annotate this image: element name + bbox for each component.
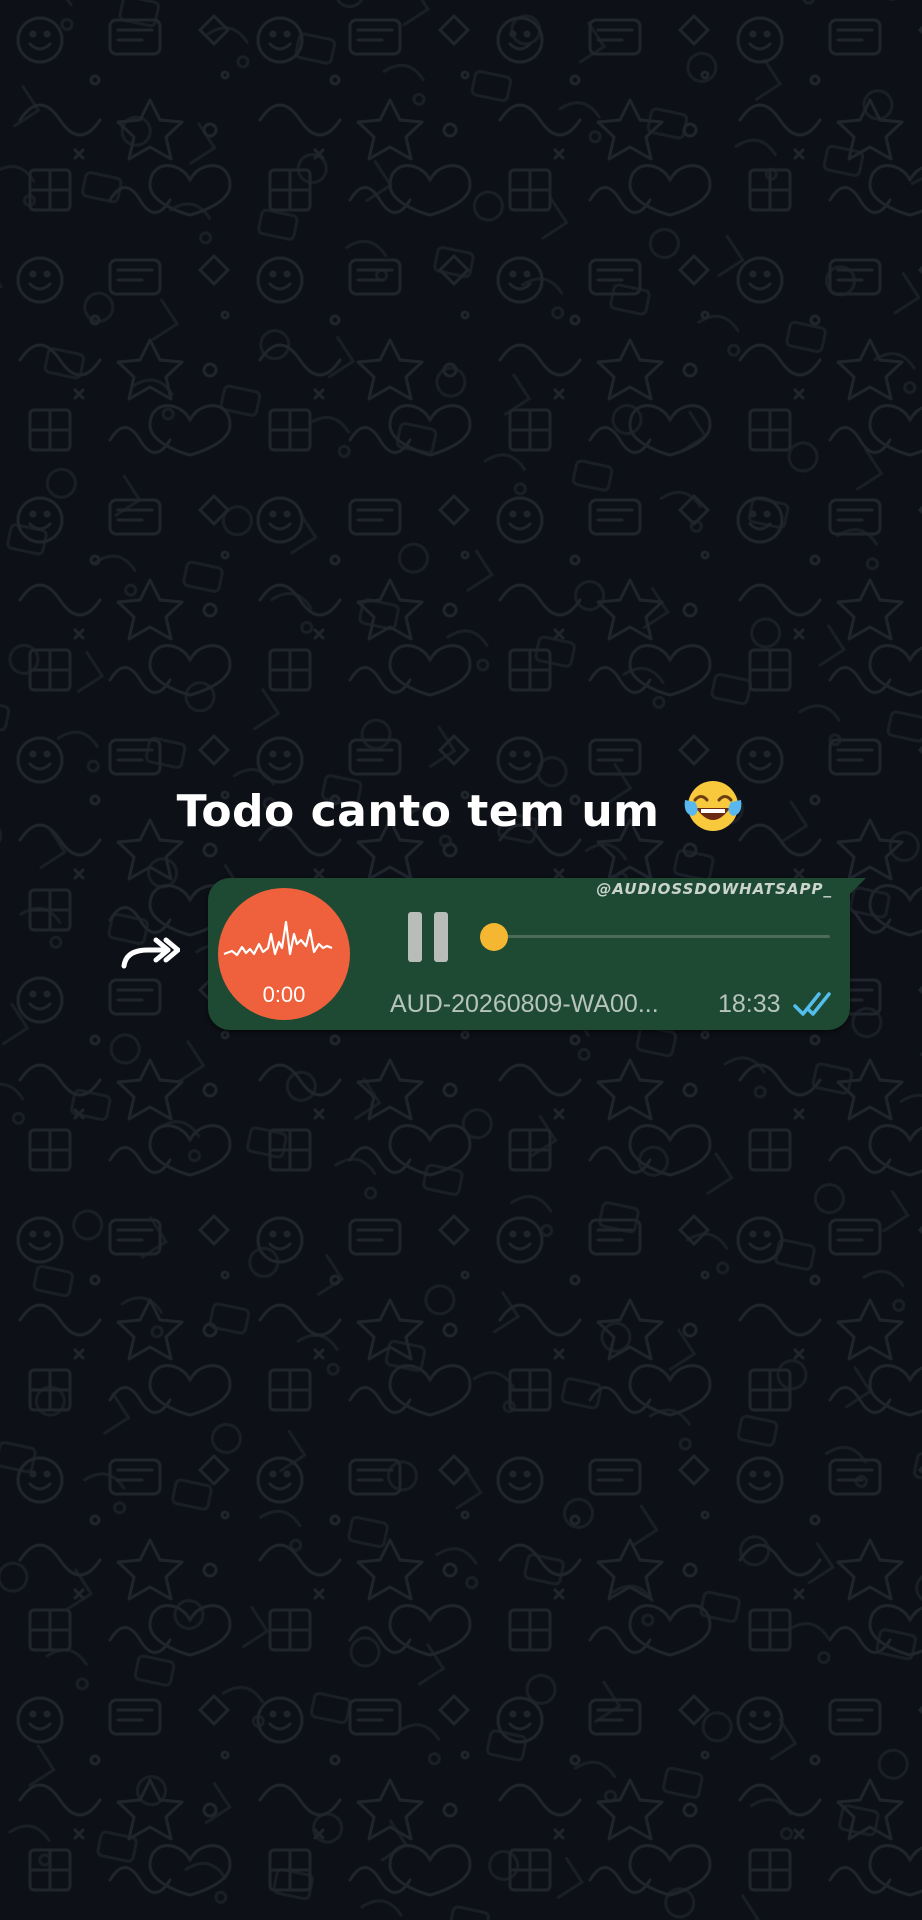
- video-caption: Todo canto tem um: [0, 778, 922, 845]
- audio-seek-bar[interactable]: [480, 923, 830, 951]
- pause-button[interactable]: [406, 912, 452, 962]
- voice-duration: 0:00: [262, 982, 306, 1007]
- message-time: 18:33: [718, 990, 781, 1018]
- watermark-text: @AUDIOSSDOWHATSAPP_: [596, 880, 832, 898]
- forward-icon: [121, 937, 181, 969]
- seek-knob[interactable]: [480, 923, 508, 951]
- voice-avatar: 0:00: [218, 888, 350, 1020]
- pause-icon-bar: [434, 912, 448, 962]
- chat-screen: Todo canto tem um @AUDIOSSDOWHATSAPP_ 0:…: [0, 0, 922, 1920]
- pause-icon: [408, 912, 422, 962]
- audio-filename: AUD-20260809-WA00...: [390, 990, 659, 1018]
- bubble-tail: [848, 878, 866, 896]
- forward-button[interactable]: [118, 928, 181, 978]
- caption-text: Todo canto tem um: [176, 786, 660, 837]
- laughing-emoji-icon: [681, 778, 745, 845]
- voice-message-bubble[interactable]: @AUDIOSSDOWHATSAPP_ 0:00 AUD-20260809-WA…: [208, 878, 866, 1030]
- double-check-icon: [792, 988, 838, 1020]
